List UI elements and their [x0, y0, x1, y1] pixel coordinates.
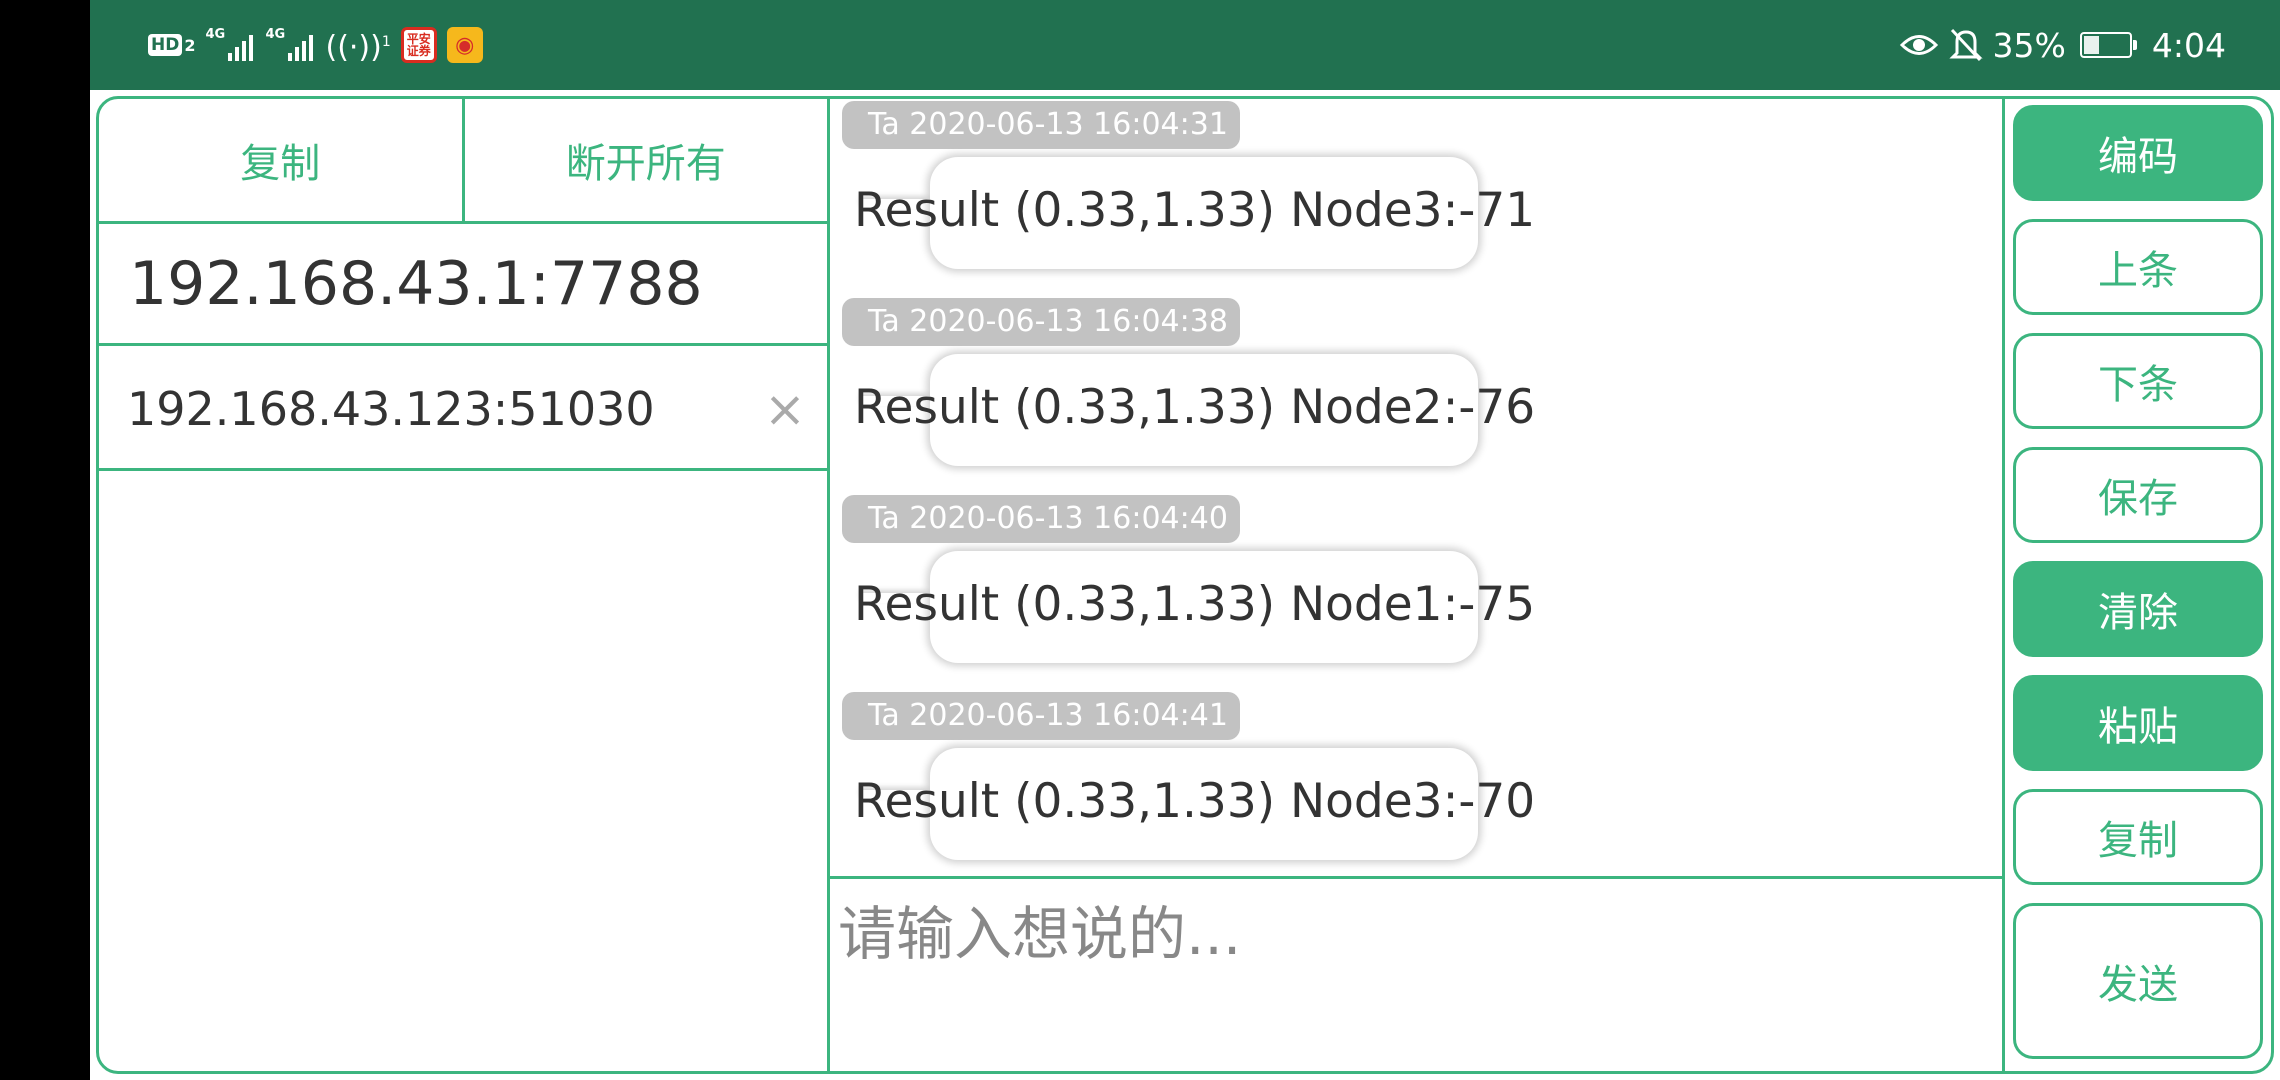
message-list[interactable]: Ta 2020-06-13 16:04:31 Result (0.33,1.33…: [830, 99, 2002, 879]
local-address: 192.168.43.1:7788: [99, 224, 827, 346]
send-button[interactable]: 发送: [2013, 903, 2263, 1059]
client-address: 192.168.43.123:51030: [127, 381, 655, 436]
message-bubble[interactable]: Result (0.33,1.33) Node2:-76: [842, 350, 1535, 470]
message-timestamp: Ta 2020-06-13 16:04:31: [842, 101, 1240, 149]
close-icon[interactable]: ×: [763, 384, 807, 434]
message-time: 2020-06-13 16:04:38: [909, 304, 1228, 339]
status-bar-right: 35% 4:04: [1899, 22, 2226, 68]
message-panel: Ta 2020-06-13 16:04:31 Result (0.33,1.33…: [830, 99, 2005, 1071]
message-bubble[interactable]: Result (0.33,1.33) Node1:-75: [842, 547, 1535, 667]
battery-icon: [2079, 32, 2137, 58]
mute-bell-icon: [1948, 28, 1983, 62]
message-sender: Ta: [868, 304, 900, 339]
weibo-app-icon: ◉: [446, 27, 483, 63]
connection-toolbar: 复制 断开所有: [99, 99, 827, 224]
message-timestamp: Ta 2020-06-13 16:04:38: [842, 298, 1240, 346]
message-time: 2020-06-13 16:04:40: [909, 501, 1228, 536]
message-time: 2020-06-13 16:04:41: [909, 698, 1228, 733]
copy-address-button[interactable]: 复制: [99, 99, 462, 221]
hotspot-count: 1: [381, 34, 391, 50]
pingan-app-icon: 平安 证券: [400, 27, 437, 63]
next-button[interactable]: 下条: [2013, 333, 2263, 429]
disconnect-all-button[interactable]: 断开所有: [461, 99, 828, 221]
client-list-item[interactable]: 192.168.43.123:51030 ×: [99, 349, 827, 471]
clock: 4:04: [2151, 25, 2226, 65]
clear-button[interactable]: 清除: [2013, 561, 2263, 657]
eye-comfort-icon: [1899, 35, 1938, 55]
battery-percent: 35%: [1992, 25, 2066, 65]
message-bubble[interactable]: Result (0.33,1.33) Node3:-70: [842, 744, 1535, 864]
network-type-label: 4G: [265, 27, 286, 42]
app-screen: HD 2 4G 4G ((·))1 平安 证券 ◉ 35% 4:04 复制 断开…: [90, 0, 2280, 1080]
hotspot-icon: ((·))1: [325, 30, 391, 65]
status-bar-left: HD 2 4G 4G ((·))1 平安 证券 ◉: [148, 22, 483, 68]
signal-icon: 4G: [205, 27, 255, 63]
message-input-area: [830, 879, 2002, 1071]
paste-button[interactable]: 粘贴: [2013, 675, 2263, 771]
save-button[interactable]: 保存: [2013, 447, 2263, 543]
message-timestamp: Ta 2020-06-13 16:04:40: [842, 495, 1240, 543]
message-text: Result (0.33,1.33) Node3:-71: [854, 183, 1536, 238]
hd-icon: HD: [148, 34, 183, 56]
main-frame: 复制 断开所有 192.168.43.1:7788 192.168.43.123…: [96, 96, 2274, 1074]
status-bar: HD 2 4G 4G ((·))1 平安 证券 ◉ 35% 4:04: [90, 0, 2280, 90]
signal-icon: 4G: [265, 27, 315, 63]
copy-button[interactable]: 复制: [2013, 789, 2263, 885]
action-panel: 编码 上条 下条 保存 清除 粘贴 复制 发送: [2005, 99, 2271, 1071]
message-input[interactable]: [836, 885, 1990, 1065]
message-text: Result (0.33,1.33) Node1:-75: [854, 577, 1536, 632]
encode-button[interactable]: 编码: [2013, 105, 2263, 201]
sim-number: 2: [184, 35, 196, 55]
message-bubble[interactable]: Result (0.33,1.33) Node3:-71: [842, 153, 1535, 273]
message-sender: Ta: [868, 501, 900, 536]
message-sender: Ta: [868, 698, 900, 733]
network-type-label: 4G: [205, 27, 226, 42]
message-timestamp: Ta 2020-06-13 16:04:41: [842, 692, 1240, 740]
connection-panel: 复制 断开所有 192.168.43.1:7788 192.168.43.123…: [99, 99, 830, 1071]
message-text: Result (0.33,1.33) Node2:-76: [854, 380, 1536, 435]
message-time: 2020-06-13 16:04:31: [909, 107, 1228, 142]
previous-button[interactable]: 上条: [2013, 219, 2263, 315]
message-text: Result (0.33,1.33) Node3:-70: [854, 774, 1536, 829]
message-sender: Ta: [868, 107, 900, 142]
